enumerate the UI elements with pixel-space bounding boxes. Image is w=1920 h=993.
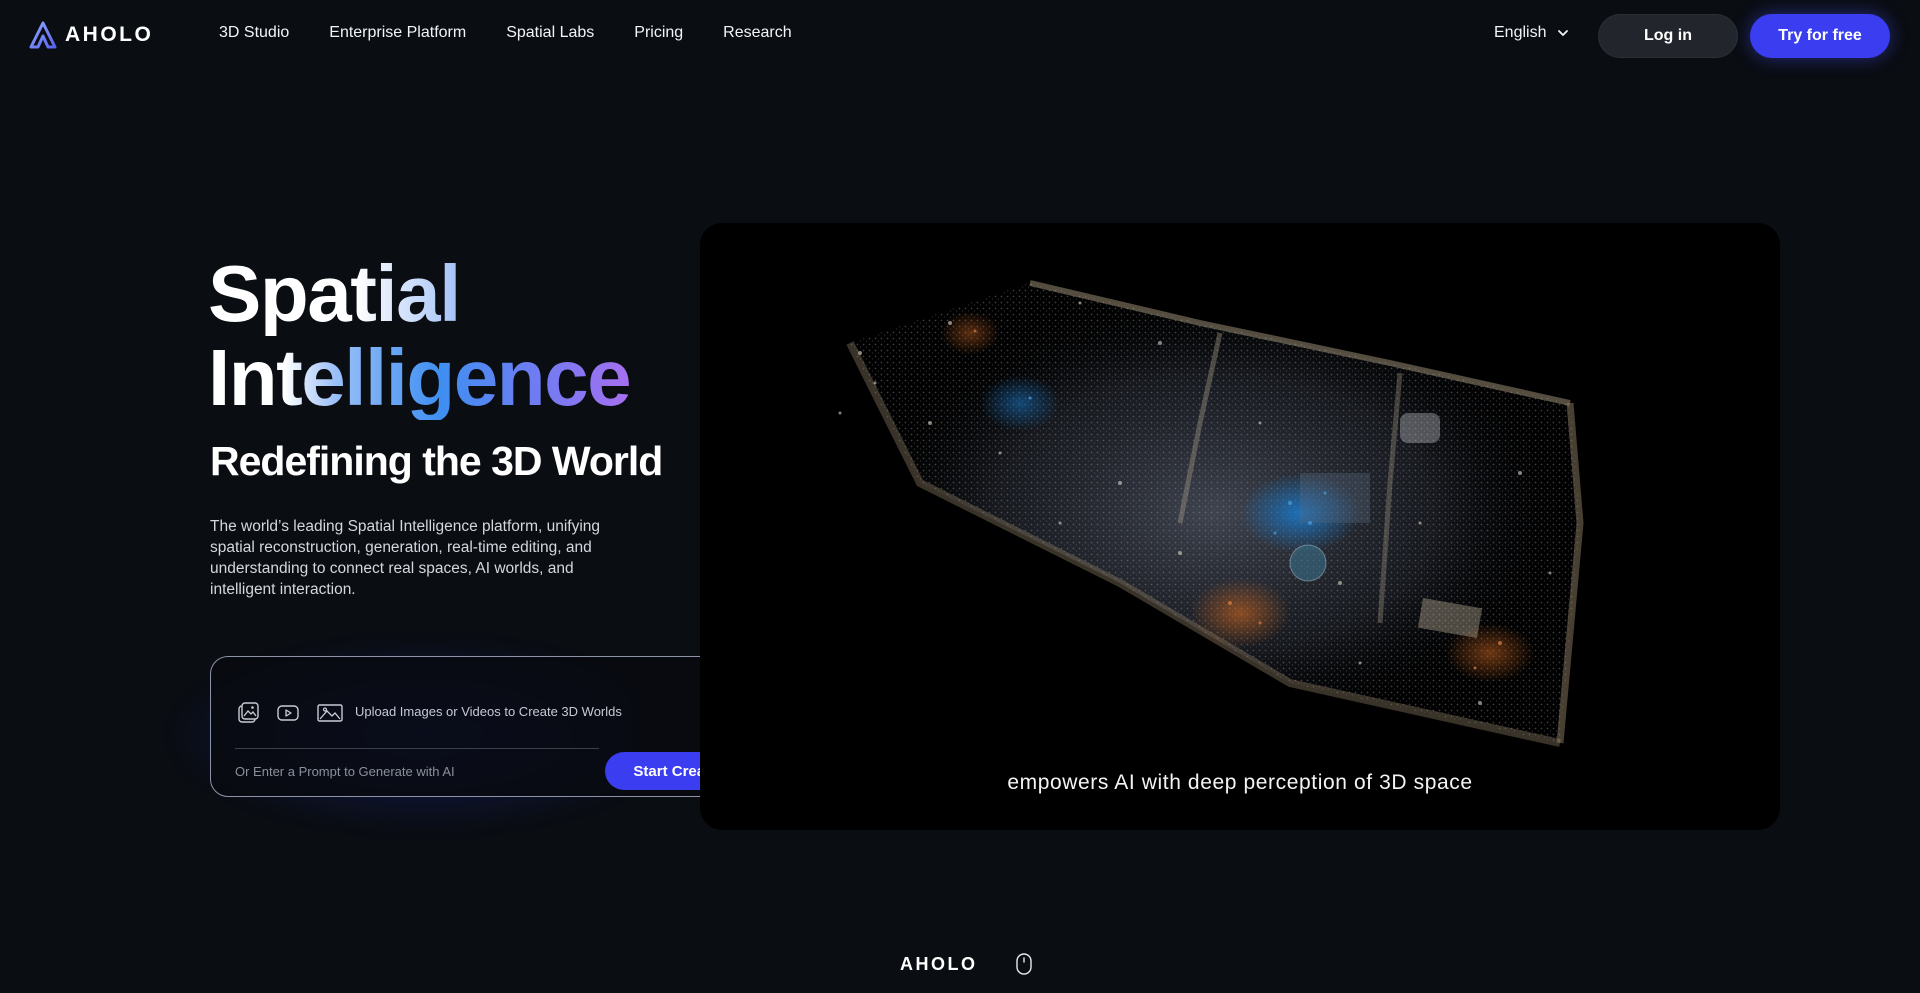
main-nav: 3D Studio Enterprise Platform Spatial La… (219, 24, 792, 42)
nav-pricing[interactable]: Pricing (634, 24, 683, 42)
top-navigation: AHOLO 3D Studio Enterprise Platform Spat… (0, 0, 1920, 72)
hero-headline: Spatial Intelligence (208, 252, 632, 422)
nav-spatial-labs[interactable]: Spatial Labs (506, 24, 594, 42)
card-divider (235, 748, 599, 749)
nav-enterprise-platform[interactable]: Enterprise Platform (329, 24, 466, 42)
nav-3d-studio[interactable]: 3D Studio (219, 24, 289, 42)
media-caption: empowers AI with deep perception of 3D s… (1007, 771, 1473, 794)
upload-label[interactable]: Upload Images or Videos to Create 3D Wor… (355, 704, 622, 719)
prompt-input[interactable] (235, 758, 599, 784)
aholo-logo-icon (29, 21, 57, 49)
mouse-scroll-icon[interactable] (1016, 953, 1032, 975)
picture-icon[interactable] (315, 701, 345, 725)
language-selector[interactable]: English (1494, 24, 1570, 42)
brand-logo[interactable]: AHOLO (29, 20, 153, 50)
hero-subheadline: Redefining the 3D World (210, 438, 663, 484)
create-card: Upload Images or Videos to Create 3D Wor… (210, 656, 770, 797)
hero-description: The world’s leading Spatial Intelligence… (210, 518, 601, 598)
headline-line-1: Spatial (208, 252, 630, 336)
footer-logo: AHOLO (900, 954, 978, 974)
nav-research[interactable]: Research (723, 24, 791, 42)
video-icon[interactable] (275, 701, 301, 725)
headline-line-2: Intelligence (208, 333, 632, 422)
point-cloud-scene (838, 280, 1584, 747)
try-for-free-button[interactable]: Try for free (1750, 14, 1890, 58)
brand-name: AHOLO (65, 23, 154, 46)
upload-icons (235, 701, 345, 725)
login-button[interactable]: Log in (1598, 14, 1738, 58)
hero-media-panel[interactable]: empowers AI with deep perception of 3D s… (700, 223, 1780, 830)
image-upload-icon[interactable] (235, 701, 261, 725)
language-label: English (1494, 24, 1547, 41)
chevron-down-icon (1558, 30, 1569, 36)
